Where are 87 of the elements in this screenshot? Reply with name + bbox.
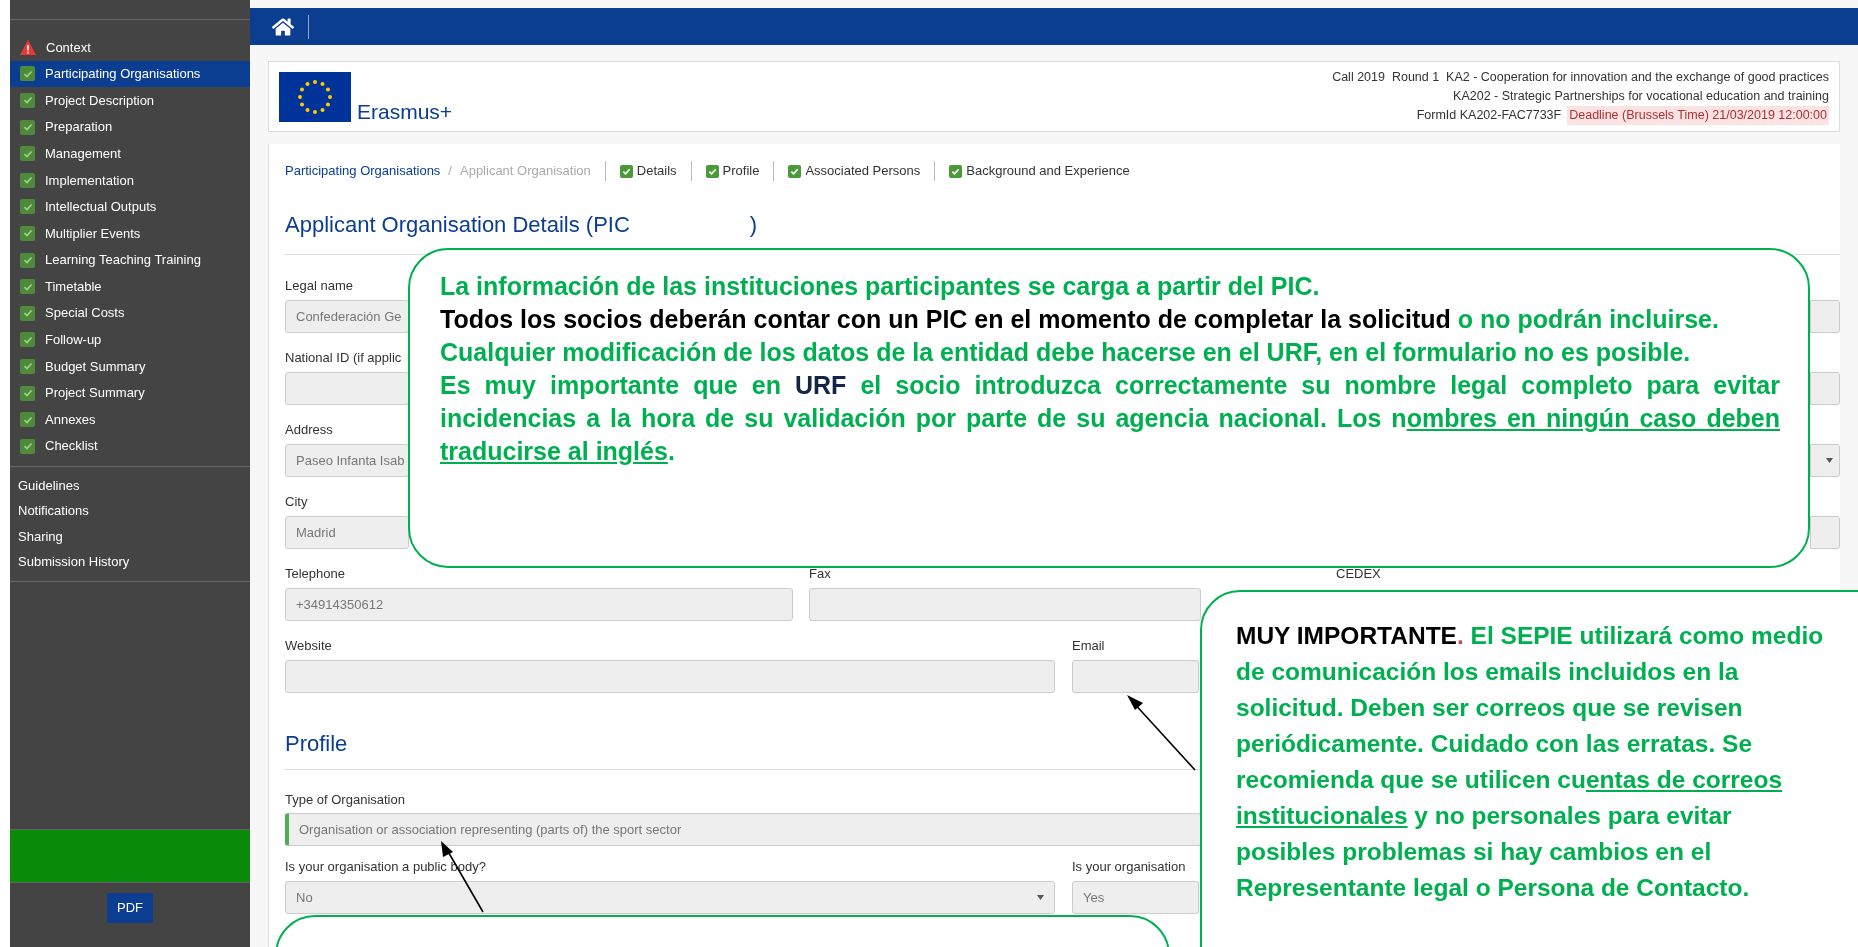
form-id: FormId KA202-FAC7733F (1416, 107, 1562, 124)
done-check-icon (20, 93, 35, 108)
input-field[interactable] (1810, 516, 1840, 549)
field-label: National ID (if applic (285, 349, 402, 367)
field-label: Fax (809, 565, 831, 583)
input-field[interactable] (1810, 372, 1840, 405)
field-label: Is your organisation (1072, 858, 1186, 876)
field-label: Website (285, 637, 332, 655)
breadcrumb-current: Applicant Organisation (460, 162, 591, 181)
logo-text: Erasmus+ (357, 98, 453, 125)
input-field[interactable] (1072, 660, 1199, 693)
sidebar-item[interactable]: Project Summary (10, 379, 250, 407)
sidebar-item[interactable]: Context (10, 34, 250, 61)
sidebar-item[interactable]: Follow-up (10, 326, 250, 354)
done-check-icon (20, 252, 35, 268)
page-title-end: ) (749, 210, 758, 239)
done-check-icon (20, 412, 35, 428)
annotation-text: Todos los socios deberán contar con un PIC en el momento de completar la solicitud o no podrán incluirse. (440, 304, 1720, 335)
section-heading: Profile (285, 730, 348, 758)
section-tab[interactable]: Profile (705, 161, 760, 181)
annotation-text: Es muy importante que en URF el socio introduzca correctamente su nombre legal completo para evitar incidencias a la hora de su validación por parte de su agencia nacional. Los nombres en ningún caso deben traducirse al inglés. (440, 370, 1780, 467)
input-field[interactable]: Yes (1072, 881, 1199, 914)
sidebar-item[interactable]: Annexes (10, 406, 250, 433)
sidebar-item[interactable]: Preparation (10, 113, 250, 141)
sidebar-item[interactable]: Checklist (10, 432, 250, 460)
done-check-icon (20, 279, 35, 295)
caret-icon (1826, 458, 1833, 463)
section-tab[interactable]: Background and Experience (949, 161, 1130, 181)
input-field[interactable]: +34914350612 (285, 588, 793, 621)
sidebar-item[interactable]: Participating Organisations (10, 60, 250, 88)
breadcrumb-separator: / (448, 162, 452, 181)
sidebar-item[interactable]: Management (10, 140, 250, 167)
done-check-icon (20, 385, 35, 401)
done-check-icon (20, 225, 35, 241)
select-field[interactable] (1810, 444, 1840, 477)
warning-icon (20, 39, 36, 55)
caret-icon (1037, 895, 1044, 900)
sidebar-item[interactable]: Special Costs (10, 299, 250, 327)
sidebar-item[interactable]: Implementation (10, 166, 250, 194)
field-label: Telephone (285, 565, 345, 583)
done-check-icon (20, 332, 35, 348)
select-field[interactable]: No (285, 881, 1055, 914)
input-field[interactable]: Madrid (285, 516, 409, 549)
sidebar-link[interactable]: Guidelines (18, 475, 80, 495)
sidebar-item[interactable]: Timetable (10, 273, 250, 300)
sidebar-item[interactable]: Learning Teaching Training (10, 246, 250, 274)
field-label: Type of Organisation (285, 791, 405, 808)
input-field[interactable] (809, 588, 1201, 621)
done-check-icon (20, 199, 35, 215)
annotation-text: Cualquier modificación de los datos de la entidad debe hacerse en el URF, en el formulario no es posible. (440, 337, 1692, 368)
deadline-badge: Deadline (Brussels Time) 21/03/2019 12:00:00 (1567, 106, 1829, 125)
field-label: City (285, 493, 308, 511)
input-field[interactable]: Organisation or association representing (parts of) the sport sector (285, 813, 1201, 846)
field-label: Legal name (285, 277, 353, 295)
field-label: Address (285, 421, 333, 439)
done-check-icon (20, 146, 35, 162)
done-check-icon (20, 172, 35, 188)
done-check-icon (20, 66, 35, 82)
annotation-text: La información de las instituciones participantes se carga a partir del PIC. (440, 271, 1321, 302)
sidebar-item[interactable]: Intellectual Outputs (10, 193, 250, 221)
home-icon[interactable] (272, 16, 294, 37)
sidebar-link[interactable]: Submission History (18, 552, 130, 572)
action-info: KA202 - Strategic Partnerships for vocational education and training (1453, 88, 1829, 105)
done-check-icon (20, 119, 35, 135)
pdf-button[interactable]: PDF (107, 893, 153, 923)
field-label: CEDEX (1336, 565, 1381, 583)
done-check-icon (20, 305, 35, 321)
input-field[interactable] (1810, 300, 1840, 333)
field-label: Email (1072, 637, 1105, 655)
input-field[interactable] (285, 660, 1055, 693)
sidebar-item[interactable]: Budget Summary (10, 353, 250, 380)
call-info: Call 2019 Round 1 KA2 - Cooperation for innovation and the exchange of good practices (1332, 69, 1829, 86)
eu-flag-logo (279, 71, 351, 122)
sidebar-link[interactable]: Notifications (18, 501, 89, 521)
input-field[interactable]: Confederación Ge (285, 300, 409, 333)
input-field[interactable] (285, 372, 409, 405)
done-check-icon (20, 358, 35, 374)
breadcrumb-link[interactable]: Participating Organisations (285, 161, 441, 181)
annotation-text: MUY IMPORTANTE. El SEPIE utilizará como medio de comunicación los emails incluidos en la solicitud. Deben ser correos que se revisen periódicamente. Cuidado con las erratas. Se recomienda que se utilicen cuentas de correos institucionales y no personales para evitar posibles problemas si hay cambios en el Representante legal o Persona de Contacto. (1236, 621, 1825, 903)
section-tab[interactable]: Details (619, 161, 677, 181)
sidebar-item[interactable]: Project Description (10, 87, 250, 114)
sidebar-item[interactable]: Multiplier Events (10, 220, 250, 247)
done-check-icon (20, 438, 35, 454)
sidebar-link[interactable]: Sharing (18, 526, 63, 546)
page-title: Applicant Organisation Details (PIC (285, 210, 630, 239)
section-tab[interactable]: Associated Persons (788, 161, 921, 181)
select-field[interactable]: Paseo Infanta Isab (285, 444, 409, 477)
